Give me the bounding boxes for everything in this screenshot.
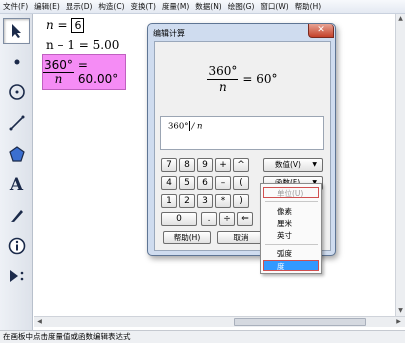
menu-construct[interactable]: 构造(C)	[95, 1, 127, 12]
chevron-down-icon: ▼	[312, 161, 317, 168]
scroll-up-icon[interactable]: ▲	[396, 14, 405, 23]
key-multiply[interactable]: *	[215, 194, 231, 208]
unit-radian[interactable]: 弧度	[263, 248, 319, 259]
point-icon	[14, 59, 19, 65]
circle-icon	[8, 84, 25, 100]
parameter-n[interactable]: n = 6	[46, 18, 85, 33]
key-divide[interactable]: ÷	[219, 212, 235, 226]
parameter-value[interactable]: 6	[71, 18, 85, 33]
key-0[interactable]: 0	[161, 212, 197, 226]
menu-help[interactable]: 帮助(H)	[292, 1, 325, 12]
expression-right: / n	[191, 121, 203, 132]
calc-value: = 60.00°	[77, 58, 119, 86]
arrow-select-tool[interactable]	[3, 18, 30, 44]
cancel-button[interactable]: 取消	[217, 231, 265, 244]
menu-transform[interactable]: 变换(T)	[128, 1, 159, 12]
polygon-icon	[8, 146, 25, 162]
dialog-title: 编辑计算	[153, 29, 185, 38]
marker-pen-icon	[10, 210, 23, 222]
key-backspace[interactable]: ⇐	[237, 212, 253, 226]
key-plus[interactable]: +	[215, 158, 231, 172]
key-close-paren[interactable]: )	[233, 194, 249, 208]
preview-numerator: 360°	[207, 63, 239, 80]
menu-measure[interactable]: 度量(M)	[159, 1, 192, 12]
key-6[interactable]: 6	[197, 176, 213, 190]
calculation-result[interactable]: 360° n = 60.00°	[42, 54, 126, 90]
calc-numerator: 360°	[43, 57, 74, 73]
menu-edit[interactable]: 编辑(E)	[31, 1, 63, 12]
status-bar: 在画板中点击度量值或函数编辑表达式	[0, 330, 405, 343]
menu-display[interactable]: 显示(D)	[63, 1, 96, 12]
key-1[interactable]: 1	[161, 194, 177, 208]
information-icon	[8, 237, 25, 255]
text-a-icon: A	[9, 175, 24, 195]
horizontal-scroll-thumb[interactable]	[234, 318, 366, 326]
menu-graph[interactable]: 绘图(G)	[225, 1, 258, 12]
toolbox: A	[0, 14, 33, 330]
menu-separator	[265, 201, 318, 202]
menu-window[interactable]: 窗口(W)	[257, 1, 291, 12]
key-4[interactable]: 4	[161, 176, 177, 190]
help-button[interactable]: 帮助(H)	[163, 231, 211, 244]
calc-fraction: 360° n	[43, 57, 74, 86]
key-9[interactable]: 9	[197, 158, 213, 172]
unit-degree[interactable]: 度	[263, 260, 319, 271]
marker-tool[interactable]	[3, 202, 30, 228]
menubar: 文件(F) 编辑(E) 显示(D) 构造(C) 变换(T) 度量(M) 数据(N…	[0, 0, 405, 14]
preview-fraction: 360° n	[207, 63, 239, 95]
line-segment-icon	[9, 115, 24, 131]
polygon-tool[interactable]	[3, 141, 30, 167]
values-dropdown-button[interactable]: 数值(V) ▼	[263, 158, 323, 172]
preview-denominator: n	[219, 79, 227, 94]
values-dropdown-label: 数值(V)	[275, 160, 301, 169]
unit-inch[interactable]: 英寸	[263, 230, 319, 241]
line-tool[interactable]	[3, 110, 30, 136]
calc-denominator: n	[54, 71, 63, 86]
unit-pixel[interactable]: 像素	[263, 206, 319, 217]
parameter-label: n =	[46, 18, 68, 32]
key-2[interactable]: 2	[179, 194, 195, 208]
preview-result: = 60°	[242, 72, 278, 86]
custom-tool[interactable]	[3, 263, 30, 289]
menu-file[interactable]: 文件(F)	[0, 1, 31, 12]
measurement-n-minus-1[interactable]: n – 1 = 5.00	[46, 38, 119, 52]
compass-tool[interactable]	[3, 79, 30, 105]
expression-left: 360°	[168, 121, 189, 132]
close-button[interactable]: ✕	[308, 24, 334, 38]
point-tool[interactable]	[3, 49, 30, 75]
units-menu-header: 单位(U)	[263, 187, 319, 198]
key-3[interactable]: 3	[197, 194, 213, 208]
key-power[interactable]: ^	[233, 158, 249, 172]
horizontal-scrollbar[interactable]: ◀ ▶	[34, 316, 405, 327]
key-7[interactable]: 7	[161, 158, 177, 172]
key-minus[interactable]: –	[215, 176, 231, 190]
menu-separator	[265, 244, 318, 245]
scroll-left-icon[interactable]: ◀	[35, 317, 44, 326]
key-5[interactable]: 5	[179, 176, 195, 190]
scroll-right-icon[interactable]: ▶	[394, 317, 403, 326]
expression-input[interactable]: 360° / n	[160, 116, 324, 150]
arrow-pointer-icon	[11, 24, 21, 38]
information-tool[interactable]	[3, 233, 30, 259]
play-tools-icon	[9, 270, 23, 282]
units-popup-menu: 单位(U) 像素 厘米 英寸 弧度 度	[260, 183, 322, 274]
expression-preview: 360° n = 60°	[159, 48, 326, 110]
key-8[interactable]: 8	[179, 158, 195, 172]
text-tool[interactable]: A	[3, 172, 30, 198]
unit-centimeter[interactable]: 厘米	[263, 218, 319, 229]
vertical-scrollbar[interactable]: ▲ ▼	[395, 14, 405, 316]
key-decimal[interactable]: .	[201, 212, 217, 226]
scroll-down-icon[interactable]: ▼	[396, 306, 405, 315]
key-open-paren[interactable]: (	[233, 176, 249, 190]
menu-number[interactable]: 数据(N)	[192, 1, 224, 12]
